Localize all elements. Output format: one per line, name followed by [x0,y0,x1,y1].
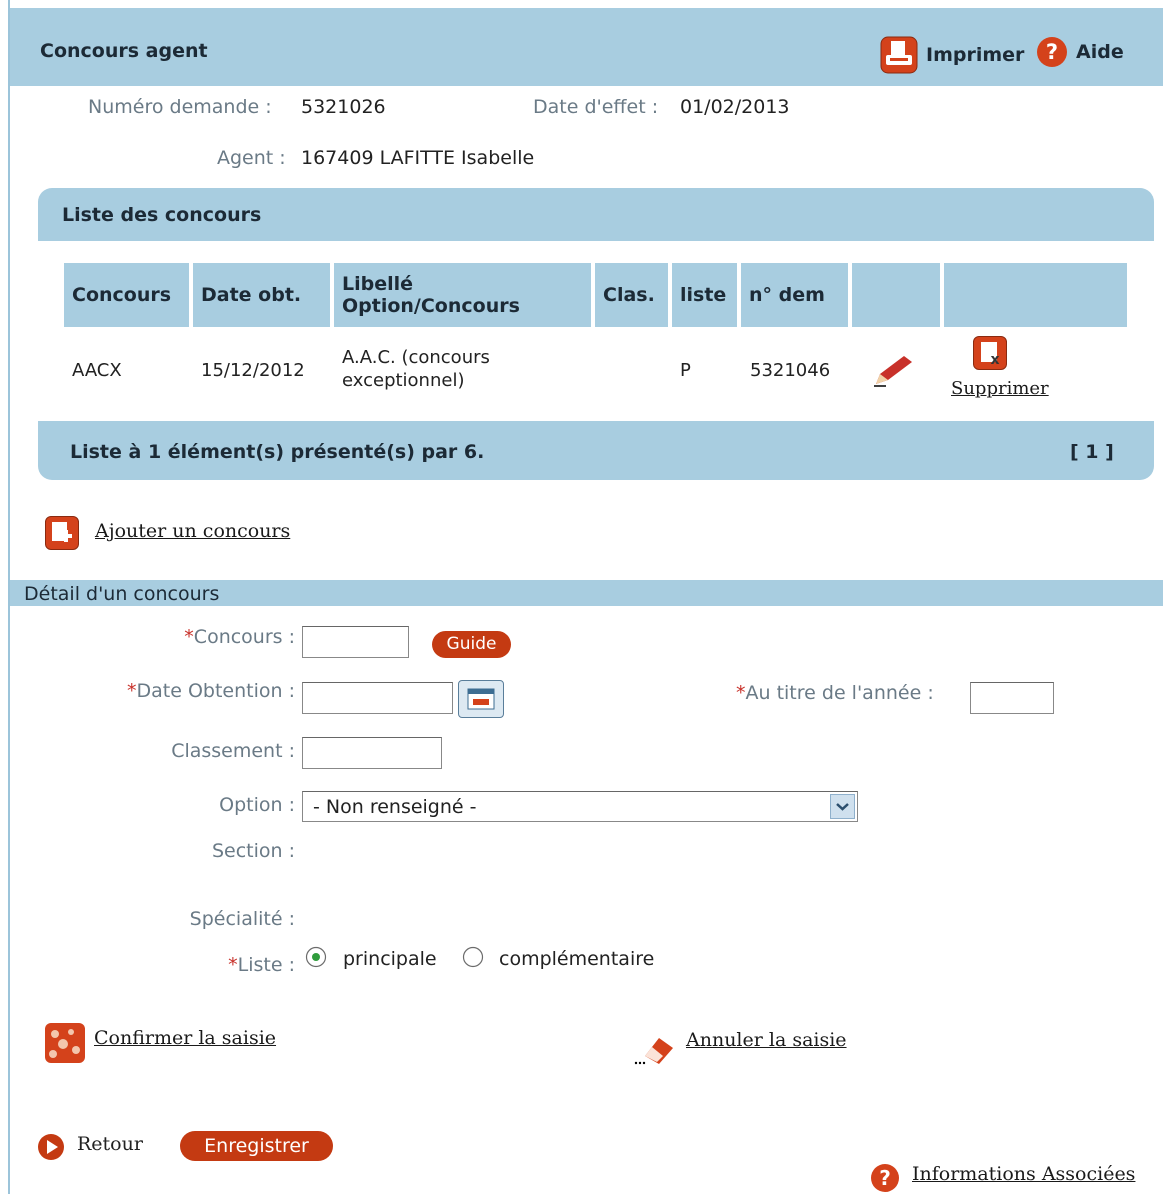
date-effet-value: 01/02/2013 [680,96,790,118]
cancel-link[interactable]: Annuler la saisie [686,1029,847,1051]
option-select[interactable]: - Non renseigné - [302,791,858,822]
confirm-icon[interactable] [44,1022,86,1064]
svg-text:?: ? [879,1166,891,1190]
info-help-icon: ? [871,1164,899,1192]
back-link[interactable]: Retour [77,1133,143,1155]
col-ndem: n° dem [741,263,848,327]
col-edit [852,263,940,327]
col-delete [944,263,1127,327]
row-concours: AACX [72,360,122,381]
col-concours: Concours [64,263,189,327]
row-date: 15/12/2012 [201,360,305,381]
print-label: Imprimer [926,44,1025,66]
date-obtention-input[interactable] [302,682,453,714]
row-ndem: 5321046 [750,360,831,381]
date-effet-label: Date d'effet : [533,96,659,118]
row-liste: P [680,360,691,381]
col-date: Date obt. [193,263,330,327]
classement-label: Classement : [171,740,295,762]
option-selected-value: - Non renseigné - [313,796,477,818]
play-icon[interactable] [37,1133,65,1161]
date-obtention-label: *Date Obtention : [127,680,295,702]
dropdown-arrow-icon[interactable] [830,794,855,819]
list-title: Liste des concours [62,204,262,226]
list-footer-text: Liste à 1 élément(s) présenté(s) par 6. [70,441,485,463]
numero-value: 5321026 [301,96,386,118]
add-icon[interactable] [45,516,79,550]
numero-label: Numéro demande : [88,96,272,118]
detail-title: Détail d'un concours [24,583,220,605]
printer-icon [880,36,918,74]
concours-input[interactable] [302,626,409,658]
concours-list-panel: Liste des concours [38,188,1154,480]
help-icon: ? [1037,37,1067,67]
col-liste: liste [672,263,737,327]
add-concours-link[interactable]: Ajouter un concours [95,520,290,542]
help-label: Aide [1076,41,1124,63]
save-button[interactable]: Enregistrer [180,1131,333,1161]
edit-pencil-icon[interactable] [872,352,916,388]
row-libelle: A.A.C. (concours exceptionnel) [342,347,490,391]
classement-input[interactable] [302,737,442,769]
eraser-icon[interactable] [633,1028,681,1066]
detail-section-header: Détail d'un concours [10,580,1163,606]
section-label: Section : [211,840,295,862]
page-header: Concours agent Imprimer ? Aide [10,8,1163,86]
col-libelle: Libellé Option/Concours [334,263,591,327]
concours-field-label: *Concours : [184,626,295,648]
help-button[interactable]: ? Aide [1036,36,1124,68]
print-button[interactable]: Imprimer [880,36,1024,74]
radio-principale-label: principale [343,948,437,970]
annee-input[interactable] [970,682,1054,714]
specialite-label: Spécialité : [189,908,295,930]
delete-link[interactable]: Supprimer [951,378,1049,399]
delete-icon[interactable]: x [973,336,1007,370]
svg-text:x: x [990,352,999,368]
confirm-link[interactable]: Confirmer la saisie [94,1027,276,1049]
calendar-icon[interactable] [458,680,504,718]
radio-complementaire-label: complémentaire [499,948,655,970]
svg-text:?: ? [1046,40,1058,64]
radio-complementaire[interactable] [462,946,484,968]
col-clas: Clas. [595,263,668,327]
annee-label: *Au titre de l'année : [736,682,934,704]
guide-button[interactable]: Guide [432,631,511,658]
agent-label: Agent : [217,147,286,169]
info-link[interactable]: Informations Associées [912,1163,1135,1185]
option-label: Option : [219,794,295,816]
pagination[interactable]: [ 1 ] [1070,441,1114,463]
agent-value: 167409 LAFITTE Isabelle [301,147,535,169]
liste-label: *Liste : [228,954,295,976]
page-title: Concours agent [40,40,208,62]
radio-principale[interactable] [305,946,327,968]
